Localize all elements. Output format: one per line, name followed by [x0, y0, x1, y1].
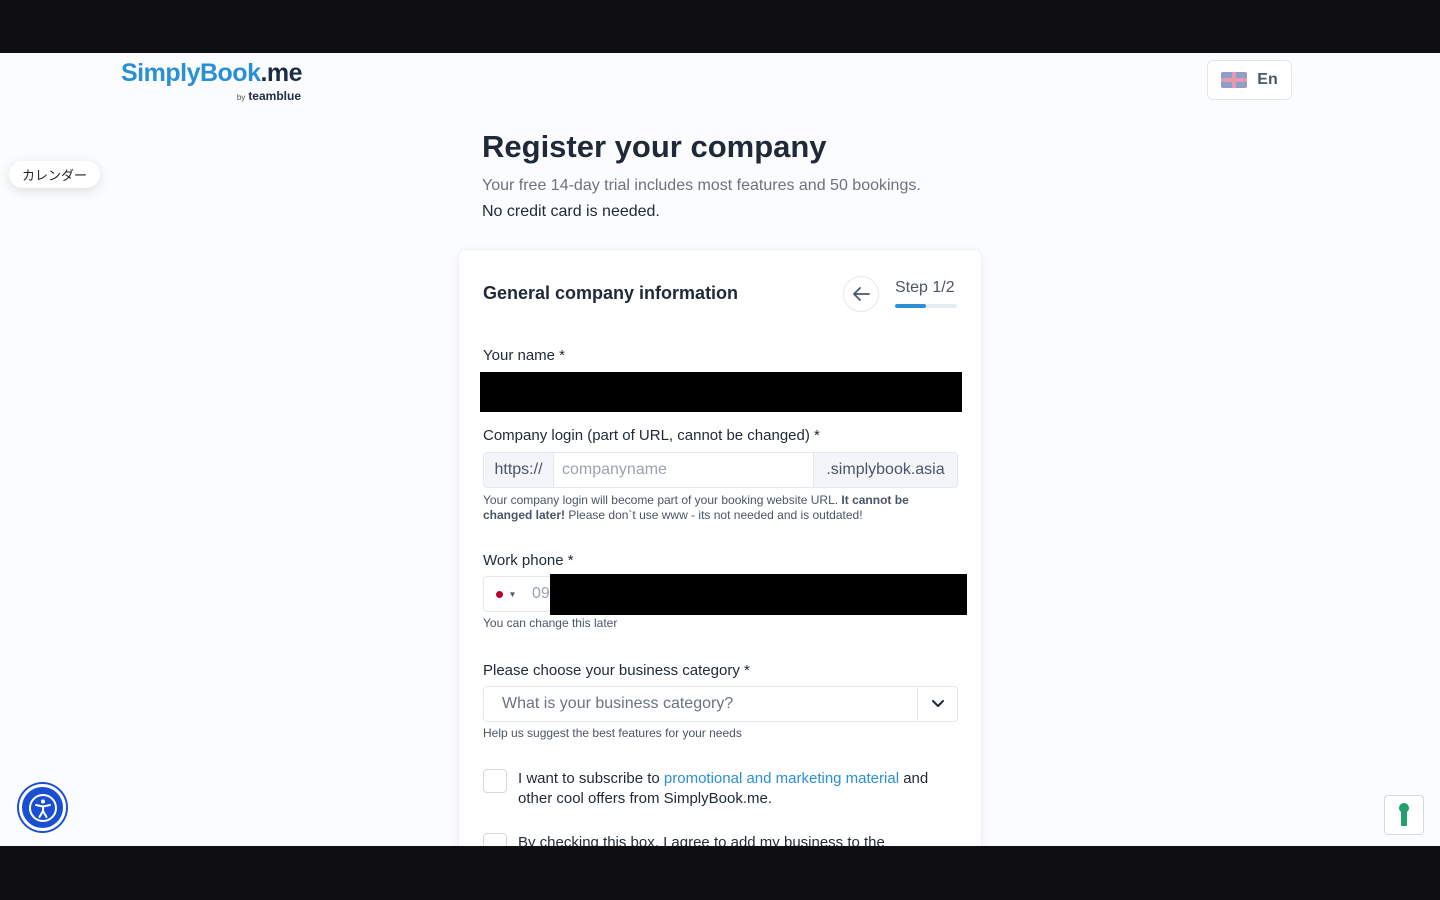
caret-down-icon: ▼: [508, 589, 517, 599]
subscribe-checkbox[interactable]: [483, 769, 507, 793]
work-phone-label: Work phone *: [483, 552, 574, 569]
directory-row: By checking this box, I agree to add my …: [483, 833, 948, 846]
work-phone-help: You can change this later: [483, 616, 618, 630]
step-indicator: Step 1/2: [895, 279, 955, 296]
registration-card: General company information Step 1/2 You…: [458, 249, 982, 846]
marketing-material-link[interactable]: promotional and marketing material: [664, 770, 899, 787]
letterbox-bottom: [0, 846, 1440, 900]
language-code: En: [1257, 71, 1278, 88]
chevron-down-icon: [931, 700, 944, 707]
directory-checkbox[interactable]: [483, 833, 507, 846]
back-button[interactable]: [843, 276, 879, 312]
your-name-input-redacted[interactable]: [480, 372, 962, 412]
extension-widget-button[interactable]: [1384, 795, 1424, 835]
letterbox-top: [0, 0, 1440, 53]
url-suffix: .simplybook.asia: [813, 453, 957, 487]
company-login-input[interactable]: [554, 453, 813, 487]
work-phone-input[interactable]: 09: [528, 585, 550, 603]
browser-viewport: SimplyBook.me by teamblue En カレンダー Regist…: [0, 53, 1440, 846]
country-code-selector[interactable]: ▼: [484, 577, 528, 611]
arrow-left-icon: [853, 287, 870, 301]
your-name-label: Your name *: [483, 347, 566, 364]
accessibility-icon: [28, 793, 57, 822]
business-category-placeholder: What is your business category?: [502, 695, 734, 712]
business-category-select[interactable]: What is your business category?: [483, 686, 958, 722]
company-login-label: Company login (part of URL, cannot be ch…: [483, 427, 820, 444]
url-prefix: https://: [484, 453, 554, 487]
keyhole-icon: [1399, 803, 1409, 826]
work-phone-redacted: [550, 574, 967, 615]
card-title: General company information: [483, 283, 739, 303]
simplybook-logo[interactable]: SimplyBook.me by teamblue: [121, 59, 311, 103]
page-subtitle-credit-card: No credit card is needed.: [482, 203, 660, 220]
directory-text: By checking this box, I agree to add my …: [518, 834, 885, 846]
step-progress-bar: [895, 304, 957, 308]
logo-byline: by teamblue: [236, 89, 301, 103]
company-login-help: Your company login will become part of y…: [483, 493, 909, 522]
subscribe-text: I want to subscribe to promotional and m…: [518, 770, 929, 807]
business-category-help: Help us suggest the best features for yo…: [483, 726, 742, 740]
subscribe-row: I want to subscribe to promotional and m…: [483, 769, 948, 809]
business-category-label: Please choose your business category *: [483, 662, 750, 679]
logo-wordmark: SimplyBook.me: [121, 59, 303, 87]
accessibility-button[interactable]: [19, 784, 66, 831]
uk-flag-icon: [1221, 72, 1248, 88]
japan-flag-icon: [495, 590, 503, 598]
page-title: Register your company: [482, 129, 827, 164]
company-login-field: https:// .simplybook.asia: [483, 452, 958, 488]
language-selector-button[interactable]: En: [1207, 60, 1292, 100]
page-subtitle: Your free 14-day trial includes most fea…: [482, 177, 921, 194]
dropdown-toggle[interactable]: [917, 687, 957, 721]
step-progress-fill: [895, 304, 926, 308]
calendar-chip[interactable]: カレンダー: [9, 161, 101, 188]
